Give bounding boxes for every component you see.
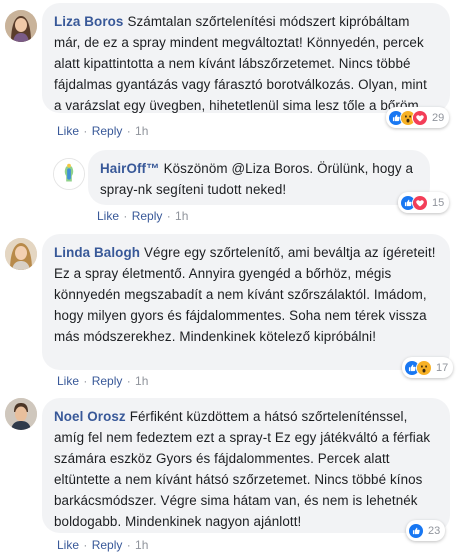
comment-actions: Like · Reply · 1h [57,374,149,388]
avatar[interactable] [5,238,37,270]
like-icon [408,522,424,539]
reaction-summary[interactable]: 15 [398,192,450,213]
comment-bubble: Noel Orosz Férfiként küzdöttem a hátsó sz… [42,398,450,533]
comment-bubble: Liza Boros Számtalan szőrtelenítési módsz… [42,3,450,113]
reply-link[interactable]: Reply [132,209,163,223]
comment-time[interactable]: 1h [135,124,148,138]
reaction-count: 17 [436,361,449,374]
love-icon [412,194,428,211]
reaction-count: 29 [432,111,445,124]
reaction-count: 23 [428,524,441,537]
avatar-photo-icon [5,238,37,270]
brand-logo-icon [54,159,84,189]
comment-thread: Liza Boros Számtalan szőrtelenítési módsz… [0,0,462,556]
comment-author[interactable]: Linda Balogh [54,245,140,260]
wow-icon [416,359,432,376]
comment-time[interactable]: 1h [135,374,148,388]
reply-link[interactable]: Reply [92,374,123,388]
avatar-photo-icon [5,398,37,430]
comment-actions: Like · Reply · 1h [57,124,149,138]
like-link[interactable]: Like [57,374,79,388]
comment-actions: Like · Reply · 1h [97,209,189,223]
like-link[interactable]: Like [97,209,119,223]
reaction-summary[interactable]: 29 [386,107,450,128]
avatar-photo-icon [5,10,37,42]
comment-actions: Like · Reply · 1h [57,538,149,552]
comment-author[interactable]: Liza Boros [54,14,123,29]
avatar[interactable] [5,398,37,430]
reaction-summary[interactable]: 17 [402,357,454,378]
comment-bubble: Linda Balogh Végre egy szőrtelenítő, ami … [42,234,450,370]
reaction-summary[interactable]: 23 [406,520,446,541]
comment-bubble: HairOff™ Köszönöm @Liza Boros. Örülünk, h… [88,150,430,205]
like-link[interactable]: Like [57,538,79,552]
comment-author[interactable]: HairOff™ [100,161,160,176]
reaction-count: 15 [432,196,445,209]
comment-author[interactable]: Noel Orosz [54,409,126,424]
comment-text: Férfiként küzdöttem a hátsó szőrteleníté… [54,409,431,529]
comment-time[interactable]: 1h [175,209,188,223]
avatar[interactable] [53,158,85,190]
reply-link[interactable]: Reply [92,124,123,138]
like-link[interactable]: Like [57,124,79,138]
avatar[interactable] [5,10,37,42]
reply-link[interactable]: Reply [92,538,123,552]
comment-time[interactable]: 1h [135,538,148,552]
love-icon [412,109,428,126]
